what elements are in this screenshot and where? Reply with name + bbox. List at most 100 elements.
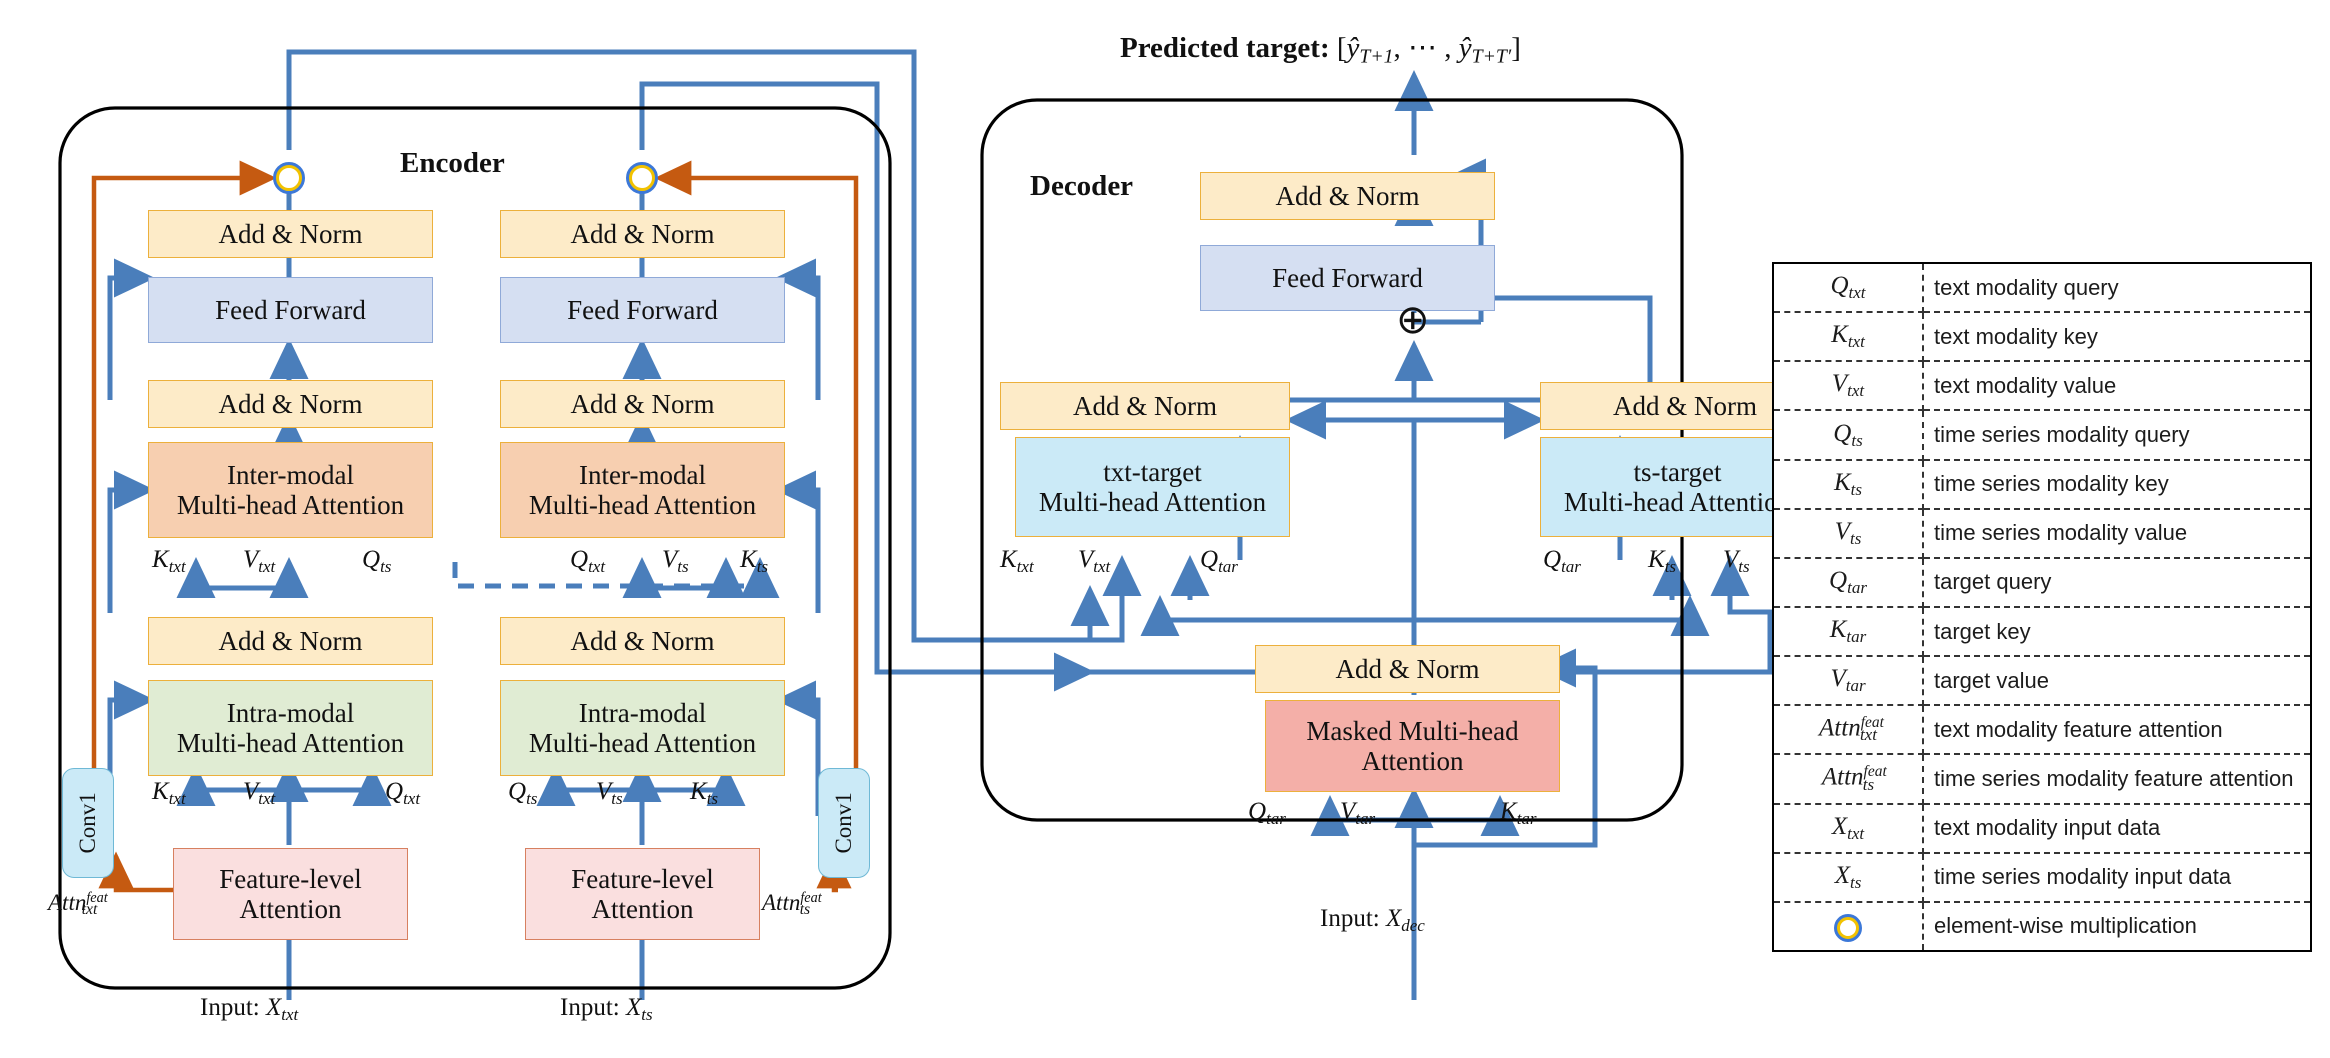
- legend-description: text modality feature attention: [1923, 705, 2310, 756]
- masked-attn-line1: Masked Multi-head: [1306, 715, 1519, 746]
- legend-row: Qtar target query: [1774, 557, 2310, 608]
- encoder-txt-add-norm-2: Add & Norm: [148, 380, 433, 428]
- legend-row: Xts time series modality input data: [1774, 852, 2310, 903]
- encoder-txt-intra-input-k: Ktxt: [152, 778, 186, 808]
- predicted-target-title: Predicted target: [ŷT+1, ⋯ , ŷT+T′]: [1120, 30, 1521, 69]
- legend-row: Attnfeattxt text modality feature attenti…: [1774, 705, 2310, 756]
- encoder-txt-inter-input-k: Ktxt: [152, 546, 186, 576]
- txt-target-line1: txt-target: [1103, 456, 1202, 487]
- legend-symbol: Vtar: [1774, 656, 1924, 707]
- encoder-ts-attn-feat-label: Attnfeatts: [762, 890, 822, 919]
- element-wise-multiplication-icon: [1834, 913, 1862, 942]
- legend-row: Ktar target key: [1774, 606, 2310, 658]
- decoder-masked-input-k: Ktar: [1500, 798, 1537, 828]
- encoder-ts-inter-input-k: Kts: [740, 546, 769, 576]
- conv1-label: Conv1: [75, 792, 101, 854]
- decoder-txt-input-v: Vtxt: [1078, 546, 1111, 576]
- legend-row: Attnfeatts time series modality feature a…: [1774, 754, 2310, 805]
- decoder-sum-node: ⊕: [1396, 297, 1430, 342]
- encoder-ts-input-label: Input: Xts: [560, 994, 653, 1024]
- feature-attn-line1: Feature-level: [571, 863, 714, 894]
- predicted-target-label: Predicted target:: [1120, 32, 1330, 64]
- encoder-ts-inter-input-q: Qtxt: [570, 546, 606, 576]
- encoder-ts-inter-input-v: Vts: [662, 546, 689, 576]
- decoder-add-norm-top: Add & Norm: [1200, 172, 1495, 220]
- legend-symbol: Kts: [1774, 459, 1924, 510]
- feature-attn-line2: Attention: [591, 894, 694, 924]
- ts-target-line1: ts-target: [1633, 456, 1722, 487]
- legend-row: Vtar target value: [1774, 656, 2310, 707]
- legend-description: time series modality value: [1923, 508, 2310, 559]
- legend-symbol: [1774, 901, 1924, 950]
- intra-modal-line2: Multi-head Attention: [528, 728, 757, 758]
- encoder-txt-add-norm-1: Add & Norm: [148, 617, 433, 665]
- encoder-ts-feed-forward: Feed Forward: [500, 277, 785, 343]
- legend-row: Qts time series modality query: [1774, 410, 2310, 461]
- decoder-ts-input-v: Vts: [1723, 546, 1750, 576]
- legend-description: time series modality query: [1923, 410, 2310, 461]
- conv1-label: Conv1: [831, 792, 857, 854]
- legend-description: target key: [1923, 606, 2310, 658]
- encoder-ts-add-norm-2: Add & Norm: [500, 380, 785, 428]
- encoder-txt-feature-level-attention: Feature-level Attention: [173, 848, 408, 940]
- encoder-ts-add-norm-1: Add & Norm: [500, 617, 785, 665]
- encoder-txt-inter-input-v: Vtxt: [243, 546, 276, 576]
- legend-row: Kts time series modality key: [1774, 459, 2310, 510]
- encoder-txt-conv1: Conv1: [62, 768, 114, 878]
- legend-symbol: Ktar: [1774, 606, 1924, 658]
- encoder-ts-intra-input-q: Qts: [508, 778, 538, 808]
- legend-description: time series modality input data: [1923, 852, 2310, 903]
- legend-symbol: Attnfeatts: [1774, 754, 1924, 805]
- element-wise-multiplication-icon-ts: [626, 162, 658, 194]
- encoder-txt-attn-feat-label: Attnfeattxt: [48, 890, 108, 919]
- legend-symbol: Xts: [1774, 852, 1924, 903]
- encoder-txt-input-label: Input: Xtxt: [200, 994, 299, 1024]
- decoder-feed-forward: Feed Forward: [1200, 245, 1495, 311]
- legend-table: Qtxt text modality query Ktxt text modality…: [1772, 262, 2312, 952]
- encoder-txt-intra-modal-attention: Intra-modal Multi-head Attention: [148, 680, 433, 776]
- encoder-txt-intra-input-q: Qtxt: [385, 778, 421, 808]
- decoder-masked-attention: Masked Multi-head Attention: [1265, 700, 1560, 792]
- legend-description: text modality query: [1923, 264, 2310, 314]
- decoder-masked-input-q: Qtar: [1248, 798, 1286, 828]
- diagram-canvas: Predicted target: [ŷT+1, ⋯ , ŷT+T′] Enco…: [0, 0, 2330, 1058]
- encoder-label: Encoder: [400, 147, 505, 179]
- legend-row: Xtxt text modality input data: [1774, 803, 2310, 854]
- legend-symbol: Qts: [1774, 410, 1924, 461]
- legend-row: Qtxt text modality query: [1774, 264, 2310, 314]
- encoder-ts-feature-level-attention: Feature-level Attention: [525, 848, 760, 940]
- encoder-txt-intra-input-v: Vtxt: [243, 778, 276, 808]
- encoder-ts-inter-modal-attention: Inter-modal Multi-head Attention: [500, 442, 785, 538]
- inter-modal-line2: Multi-head Attention: [528, 490, 757, 520]
- inter-modal-line2: Multi-head Attention: [176, 490, 405, 520]
- legend-row: Ktxt text modality key: [1774, 312, 2310, 363]
- encoder-txt-inter-modal-attention: Inter-modal Multi-head Attention: [148, 442, 433, 538]
- legend-symbol: Vtxt: [1774, 361, 1924, 412]
- legend-description: text modality value: [1923, 361, 2310, 412]
- decoder-txt-add-norm: Add & Norm: [1000, 382, 1290, 430]
- legend-description: text modality input data: [1923, 803, 2310, 854]
- legend-description: time series modality feature attention: [1923, 754, 2310, 805]
- decoder-label: Decoder: [1030, 170, 1134, 202]
- decoder-masked-add-norm: Add & Norm: [1255, 645, 1560, 693]
- encoder-ts-intra-input-k: Kts: [690, 778, 719, 808]
- encoder-ts-conv1: Conv1: [818, 768, 870, 878]
- legend-symbol: Qtxt: [1774, 264, 1924, 314]
- legend-description: text modality key: [1923, 312, 2310, 363]
- legend-row: Vts time series modality value: [1774, 508, 2310, 559]
- legend-symbol: Qtar: [1774, 557, 1924, 608]
- encoder-ts-intra-input-v: Vts: [596, 778, 623, 808]
- legend-description: target value: [1923, 656, 2310, 707]
- legend-description: target query: [1923, 557, 2310, 608]
- legend-row: Vtxt text modality value: [1774, 361, 2310, 412]
- predicted-target-vector: [ŷT+1, ⋯ , ŷT+T′]: [1336, 32, 1521, 68]
- legend-rows: Qtxt text modality query Ktxt text modality…: [1774, 264, 2310, 950]
- decoder-txt-target-attention: txt-target Multi-head Attention: [1015, 437, 1290, 537]
- encoder-ts-intra-modal-attention: Intra-modal Multi-head Attention: [500, 680, 785, 776]
- decoder-input-label: Input: Xdec: [1320, 905, 1425, 935]
- feature-attn-line1: Feature-level: [219, 863, 362, 894]
- encoder-txt-inter-input-q: Qts: [362, 546, 392, 576]
- intra-modal-line1: Intra-modal: [226, 697, 355, 728]
- legend-symbol: Ktxt: [1774, 312, 1924, 363]
- decoder-ts-input-k: Kts: [1648, 546, 1677, 576]
